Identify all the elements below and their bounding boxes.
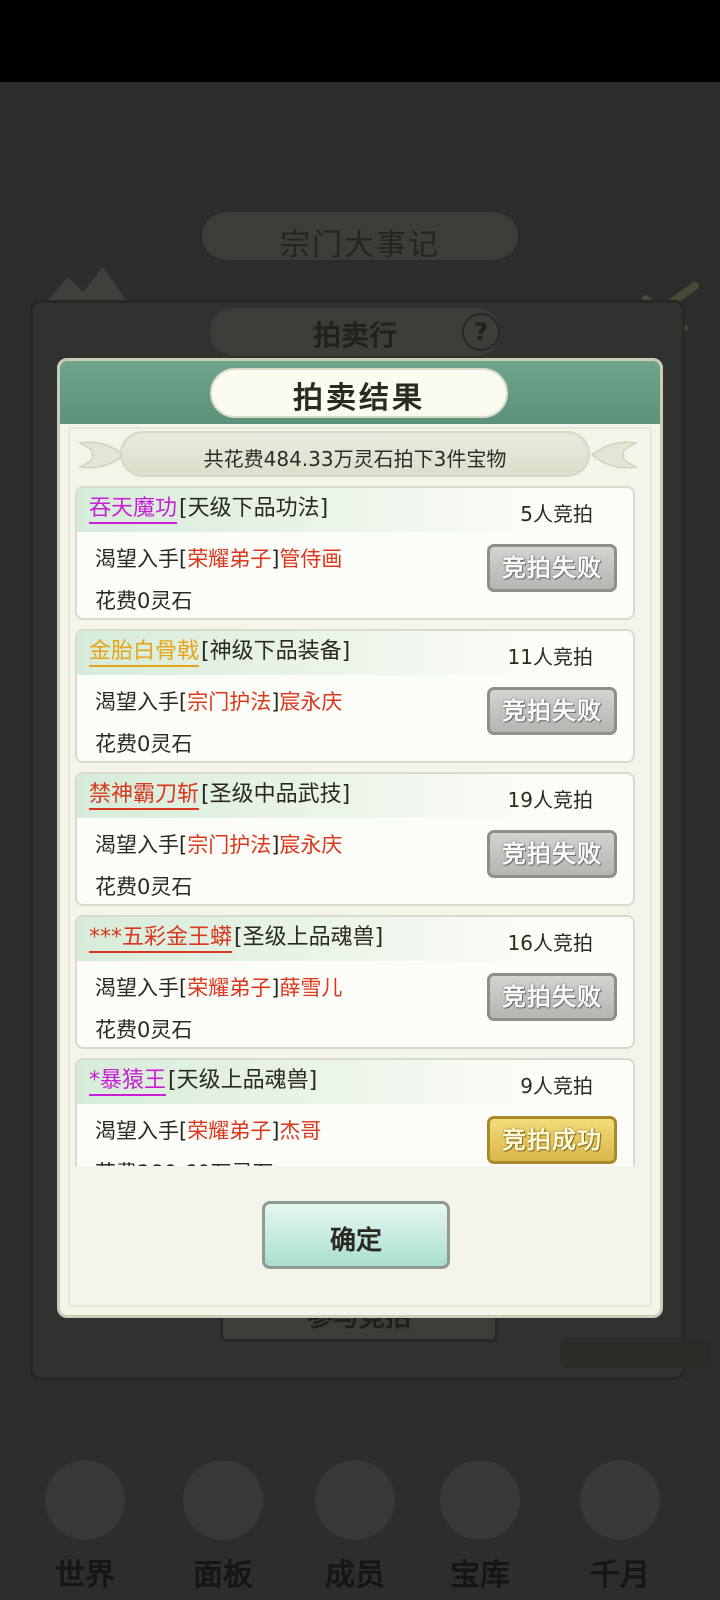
list-item: 吞天魔功 [天级下品功法] 5人竞拍渴望入手[荣耀弟子]管侍画花费0灵石 竞拍失败 bbox=[75, 486, 635, 620]
item-cost: 花费0灵石 bbox=[95, 1018, 193, 1042]
member-role: 荣耀弟子 bbox=[187, 976, 272, 1000]
item-grade: [圣级中品武技] bbox=[201, 782, 351, 807]
world-icon bbox=[45, 1460, 125, 1540]
nav-item-panel[interactable]: 面板 bbox=[168, 1440, 278, 1600]
member-name[interactable]: 宸永庆 bbox=[279, 690, 342, 714]
members-icon bbox=[315, 1460, 395, 1540]
list-item: 禁神霸刀斩 [圣级中品武技] 19人竞拍渴望入手[宗门护法]宸永庆花费0灵石 竞拍失败 bbox=[75, 772, 635, 906]
list-item: ***五彩金王蟒 [圣级上品魂兽] 16人竞拍渴望入手[荣耀弟子]薛雪儿花费0灵石 竞… bbox=[75, 915, 635, 1049]
item-grade: [天级上品魂兽] bbox=[168, 1068, 318, 1093]
treasury-icon bbox=[440, 1460, 520, 1540]
member-name[interactable]: 薛雪儿 bbox=[279, 976, 342, 1000]
auction-house-header: 拍卖行 bbox=[210, 308, 500, 356]
item-cost: 花费0灵石 bbox=[95, 732, 193, 756]
nav-label: 面板 bbox=[193, 1558, 253, 1593]
item-wish-line: 渴望入手[荣耀弟子]薛雪儿 bbox=[95, 972, 342, 1002]
item-name-link[interactable]: 金胎白骨戟 bbox=[89, 640, 200, 667]
help-icon[interactable]: ? bbox=[462, 313, 500, 351]
auction-house-title: 拍卖行 bbox=[312, 319, 397, 352]
cloud-ornament-icon bbox=[590, 441, 639, 469]
cloud-ornament-icon bbox=[77, 441, 126, 469]
bid-result-badge: 竞拍失败 bbox=[487, 544, 617, 592]
item-wish-line: 渴望入手[荣耀弟子]杰哥 bbox=[95, 1115, 321, 1145]
auction-result-dialog: 拍卖结果 共花费484.33万灵石拍下3件宝物 吞天魔功 [天级下品功法] 5人竞拍… bbox=[57, 358, 663, 1318]
item-bidder-count: 5人竞拍 bbox=[520, 502, 593, 526]
member-role: 荣耀弟子 bbox=[187, 547, 272, 571]
item-bidder-count: 19人竞拍 bbox=[507, 788, 593, 812]
wish-prefix: 渴望入手[ bbox=[95, 833, 188, 857]
dialog-title: 拍卖结果 bbox=[293, 381, 425, 416]
bid-result-badge: 竞拍失败 bbox=[487, 973, 617, 1021]
item-grade: [天级下品功法] bbox=[179, 496, 329, 521]
confirm-button[interactable]: 确定 bbox=[262, 1201, 450, 1269]
item-bidder-count: 9人竞拍 bbox=[520, 1074, 593, 1098]
member-name[interactable]: 杰哥 bbox=[279, 1119, 321, 1143]
item-cost: 花费0灵石 bbox=[95, 589, 193, 613]
bid-result-badge: 竞拍失败 bbox=[487, 830, 617, 878]
background-title-banner: 宗门大事记 bbox=[200, 210, 520, 263]
background-title: 宗门大事记 bbox=[280, 228, 440, 263]
item-bidder-count: 16人竞拍 bbox=[507, 931, 593, 955]
wish-prefix: 渴望入手[ bbox=[95, 976, 188, 1000]
bid-result-badge: 竞拍失败 bbox=[487, 687, 617, 735]
nav-label: 世界 bbox=[55, 1558, 115, 1593]
item-name-link[interactable]: 吞天魔功 bbox=[89, 497, 178, 524]
nav-item-members[interactable]: 成员 bbox=[300, 1440, 410, 1600]
auction-result-list[interactable]: 吞天魔功 [天级下品功法] 5人竞拍 渴望入手[荣耀弟子]管侍画 花费0灵石 竞拍失败 金… bbox=[75, 486, 635, 1166]
bottom-nav: 世界 面板 成员 宝库 千月 bbox=[0, 1440, 720, 1600]
confirm-label: 确定 bbox=[329, 1226, 382, 1256]
background-side-bar bbox=[560, 1338, 710, 1368]
item-wish-line: 渴望入手[宗门护法]宸永庆 bbox=[95, 686, 342, 716]
member-role: 宗门护法 bbox=[187, 833, 272, 857]
dialog-header: 拍卖结果 bbox=[60, 361, 660, 424]
summary-bar: 共花费484.33万灵石拍下3件宝物 bbox=[120, 431, 590, 477]
item-grade: [圣级上品魂兽] bbox=[234, 925, 384, 950]
nav-label: 千月 bbox=[590, 1558, 650, 1593]
item-wish-line: 渴望入手[荣耀弟子]管侍画 bbox=[95, 543, 342, 573]
nav-label: 成员 bbox=[325, 1558, 385, 1593]
member-name[interactable]: 管侍画 bbox=[279, 547, 342, 571]
status-bar bbox=[0, 0, 720, 82]
dialog-title-bar: 拍卖结果 bbox=[210, 368, 508, 418]
nav-label: 宝库 bbox=[450, 1558, 510, 1593]
wish-prefix: 渴望入手[ bbox=[95, 690, 188, 714]
nav-item-qianyue[interactable]: 千月 bbox=[565, 1440, 675, 1600]
item-bidder-count: 11人竞拍 bbox=[507, 645, 593, 669]
member-role: 荣耀弟子 bbox=[187, 1119, 272, 1143]
item-cost: 花费280.60万灵石 bbox=[95, 1157, 273, 1166]
member-role: 宗门护法 bbox=[187, 690, 272, 714]
list-item: *暴猿王[天级上品魂兽] 9人竞拍渴望入手[荣耀弟子]杰哥花费280.60万灵石 竞… bbox=[75, 1058, 635, 1166]
wish-prefix: 渴望入手[ bbox=[95, 1119, 188, 1143]
item-name-link[interactable]: *暴猿王 bbox=[89, 1069, 167, 1096]
member-name[interactable]: 宸永庆 bbox=[279, 833, 342, 857]
panel-icon bbox=[183, 1460, 263, 1540]
item-name-link[interactable]: ***五彩金王蟒 bbox=[89, 926, 233, 953]
wish-prefix: 渴望入手[ bbox=[95, 547, 188, 571]
nav-item-treasury[interactable]: 宝库 bbox=[425, 1440, 535, 1600]
item-wish-line: 渴望入手[宗门护法]宸永庆 bbox=[95, 829, 342, 859]
item-cost: 花费0灵石 bbox=[95, 875, 193, 899]
bid-result-badge: 竞拍成功 bbox=[487, 1116, 617, 1164]
qianyue-icon bbox=[580, 1460, 660, 1540]
item-name-link[interactable]: 禁神霸刀斩 bbox=[89, 783, 200, 810]
item-grade: [神级下品装备] bbox=[201, 639, 351, 664]
list-item: 金胎白骨戟 [神级下品装备] 11人竞拍渴望入手[宗门护法]宸永庆花费0灵石 竞拍失败 bbox=[75, 629, 635, 763]
nav-item-world[interactable]: 世界 bbox=[30, 1440, 140, 1600]
summary-text: 共花费484.33万灵石拍下3件宝物 bbox=[203, 447, 507, 471]
